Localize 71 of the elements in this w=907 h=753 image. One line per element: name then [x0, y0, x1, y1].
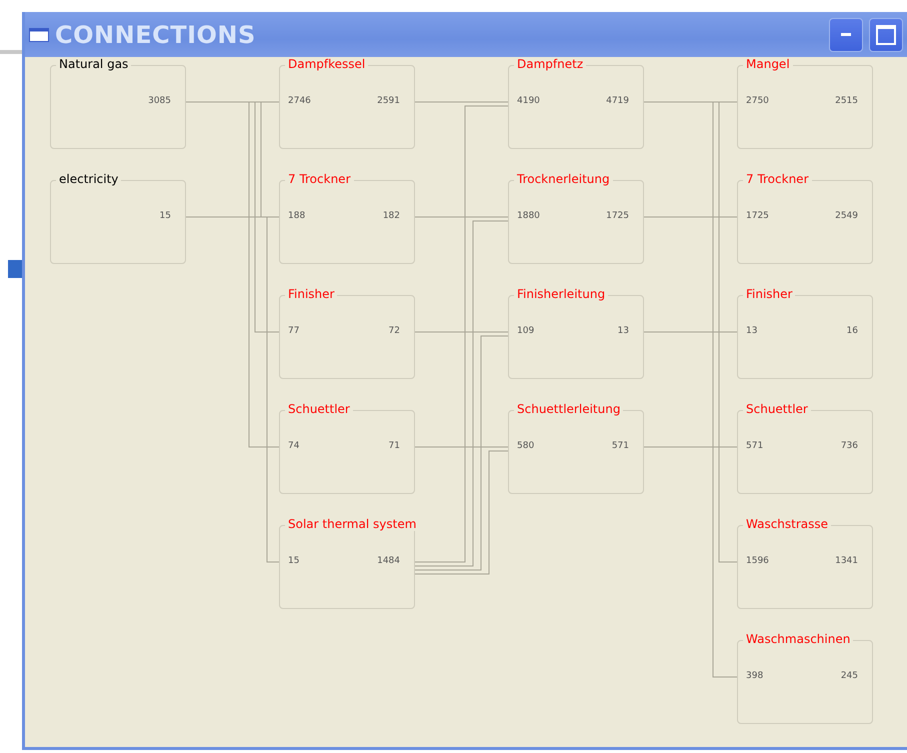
- output-value: 72: [388, 326, 400, 337]
- output-value: 1484: [377, 556, 400, 567]
- node-box[interactable]: Schuettler 74 71: [279, 402, 415, 494]
- node-title: Natural gas: [56, 57, 132, 71]
- output-value: 2549: [835, 211, 858, 222]
- node-box[interactable]: Trocknerleitung 1880 1725: [508, 172, 644, 264]
- node-box[interactable]: electricity 15: [50, 172, 186, 264]
- input-value: 1880: [517, 211, 540, 222]
- node-title: electricity: [56, 172, 122, 186]
- node-title: Trocknerleitung: [514, 172, 613, 186]
- output-value: 3085: [148, 96, 171, 107]
- input-value: 2750: [746, 96, 769, 107]
- input-value: 188: [288, 211, 306, 222]
- output-value: 15: [160, 211, 171, 222]
- node-title: Waschmaschinen: [743, 632, 854, 646]
- node-title: Waschstrasse: [743, 517, 832, 531]
- window-icon: [29, 28, 49, 42]
- input-value: 1596: [746, 556, 769, 567]
- node-box[interactable]: Mangel 2750 2515: [737, 57, 873, 149]
- output-value: 71: [388, 441, 400, 452]
- output-value: 1725: [606, 211, 629, 222]
- input-value: 1725: [746, 211, 769, 222]
- node-box[interactable]: Finisherleitung 109 13: [508, 287, 644, 379]
- minimize-button[interactable]: [829, 18, 863, 52]
- node-title: Finisher: [743, 287, 796, 301]
- node-box[interactable]: Finisher 13 16: [737, 287, 873, 379]
- input-value: 2746: [288, 96, 311, 107]
- output-value: 1341: [835, 556, 858, 567]
- node-box[interactable]: Waschstrasse 1596 1341: [737, 517, 873, 609]
- input-value: 571: [746, 441, 764, 452]
- node-title: Finisher: [285, 287, 338, 301]
- node-box[interactable]: Schuettler 571 736: [737, 402, 873, 494]
- node-box[interactable]: Finisher 77 72: [279, 287, 415, 379]
- node-box[interactable]: Dampfnetz 4190 4719: [508, 57, 644, 149]
- input-value: 77: [288, 326, 300, 337]
- input-value: 580: [517, 441, 534, 452]
- node-title: Finisherleitung: [514, 287, 608, 301]
- node-box[interactable]: Schuettlerleitung 580 571: [508, 402, 644, 494]
- node-title: Schuettler: [743, 402, 811, 416]
- node-title: Dampfnetz: [514, 57, 586, 71]
- output-value: 16: [846, 326, 858, 337]
- node-box[interactable]: Natural gas 3085: [50, 57, 186, 149]
- input-value: 4190: [517, 96, 540, 107]
- node-title: 7 Trockner: [285, 172, 354, 186]
- background-panel: [8, 260, 22, 278]
- minimize-icon: [841, 33, 851, 36]
- input-value: 398: [746, 671, 764, 682]
- node-title: Schuettler: [285, 402, 353, 416]
- maximize-button[interactable]: [869, 18, 903, 52]
- input-value: 13: [746, 326, 758, 337]
- node-box[interactable]: Dampfkessel 2746 2591: [279, 57, 415, 149]
- node-title: 7 Trockner: [743, 172, 812, 186]
- input-value: 109: [517, 326, 534, 337]
- window-title: CONNECTIONS: [55, 20, 257, 48]
- output-value: 571: [612, 441, 629, 452]
- node-box[interactable]: Waschmaschinen 398 245: [737, 632, 873, 724]
- output-value: 2591: [377, 96, 400, 107]
- input-value: 74: [288, 441, 300, 452]
- maximize-icon: [875, 24, 897, 46]
- output-value: 245: [840, 671, 858, 682]
- output-value: 4719: [606, 96, 629, 107]
- node-title: Dampfkessel: [285, 57, 368, 71]
- output-value: 736: [840, 441, 858, 452]
- input-value: 15: [288, 556, 300, 567]
- node-title: Mangel: [743, 57, 793, 71]
- output-value: 2515: [835, 96, 858, 107]
- node-title: Schuettlerleitung: [514, 402, 624, 416]
- node-box[interactable]: 7 Trockner 188 182: [279, 172, 415, 264]
- output-value: 13: [618, 326, 629, 337]
- node-box[interactable]: 7 Trockner 1725 2549: [737, 172, 873, 264]
- output-value: 182: [382, 211, 400, 222]
